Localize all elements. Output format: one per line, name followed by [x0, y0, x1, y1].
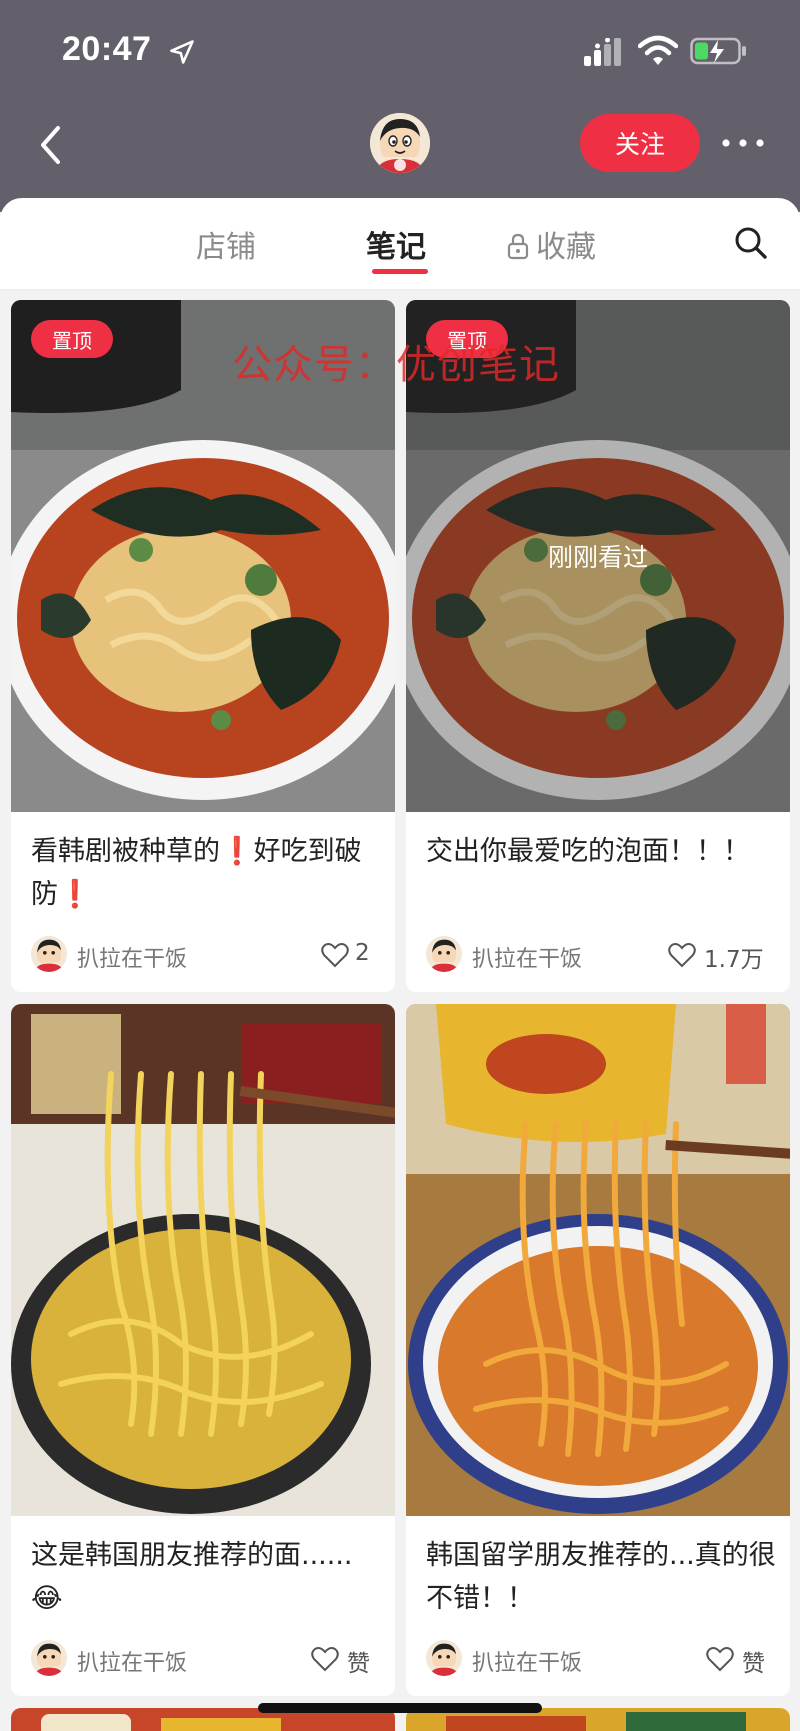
follow-button[interactable]: 关注	[580, 114, 700, 172]
author-name[interactable]: 扒拉在干饭	[77, 941, 187, 973]
profile-header: 20:47 关注	[0, 0, 800, 212]
heart-icon[interactable]	[321, 942, 349, 968]
cellular-signal-icon	[584, 38, 621, 66]
lock-icon	[507, 233, 529, 260]
home-indicator[interactable]	[258, 1703, 542, 1713]
note-title[interactable]: 韩国留学朋友推荐的...真的很不错！！	[426, 1534, 776, 1620]
heart-icon[interactable]	[311, 1646, 339, 1672]
author-avatar[interactable]	[31, 1640, 67, 1676]
battery-charging-icon	[690, 37, 746, 65]
like-count: 1.7万	[704, 947, 764, 973]
like-count: 赞	[347, 1651, 370, 1677]
heart-icon[interactable]	[706, 1646, 734, 1672]
profile-tab-bar: 店铺 笔记 收藏	[0, 198, 800, 290]
active-tab-indicator	[372, 269, 428, 274]
tab-shop[interactable]: 店铺	[196, 222, 256, 266]
status-bar: 20:47	[0, 0, 800, 100]
note-card[interactable]: 置顶 看韩剧被种草的❗好吃到破防❗ 扒拉在干饭 2	[11, 300, 395, 992]
note-title[interactable]: 这是韩国朋友推荐的面......😂	[31, 1534, 381, 1620]
wifi-icon	[638, 35, 678, 65]
author-name[interactable]: 扒拉在干饭	[77, 1645, 187, 1677]
author-avatar[interactable]	[31, 936, 67, 972]
pinned-badge: 置顶	[31, 320, 113, 358]
chevron-left-icon[interactable]	[34, 122, 66, 168]
author-avatar[interactable]	[426, 936, 462, 972]
ellipsis-icon[interactable]	[720, 136, 766, 150]
note-card[interactable]: 韩国留学朋友推荐的...真的很不错！！ 扒拉在干饭 赞	[406, 1004, 790, 1696]
search-icon[interactable]	[734, 226, 768, 260]
author-name[interactable]: 扒拉在干饭	[472, 941, 582, 973]
profile-avatar[interactable]	[370, 113, 430, 173]
author-name[interactable]: 扒拉在干饭	[472, 1645, 582, 1677]
author-avatar[interactable]	[426, 1640, 462, 1676]
note-card[interactable]: 这是韩国朋友推荐的面......😂 扒拉在干饭 赞	[11, 1004, 395, 1696]
like-count: 赞	[742, 1651, 765, 1677]
tab-notes[interactable]: 笔记	[366, 222, 426, 266]
note-title[interactable]: 看韩剧被种草的❗好吃到破防❗	[31, 830, 381, 916]
nav-bar: 关注	[0, 100, 800, 200]
note-cover-image[interactable]	[11, 1004, 395, 1516]
note-card[interactable]: 刚刚看过 置顶 交出你最爱吃的泡面！！！ 扒拉在干饭 1.7万	[406, 300, 790, 992]
recently-viewed-label: 刚刚看过	[547, 543, 648, 572]
like-count: 2	[355, 940, 370, 966]
note-title[interactable]: 交出你最爱吃的泡面！！！	[426, 830, 776, 873]
watermark-text: 公众号：优创笔记	[232, 342, 560, 388]
heart-icon[interactable]	[668, 942, 696, 968]
tab-favorites[interactable]: 收藏	[536, 222, 596, 266]
note-cover-image[interactable]	[406, 1004, 790, 1516]
status-time: 20:47	[62, 30, 152, 68]
location-arrow-icon	[170, 40, 194, 64]
